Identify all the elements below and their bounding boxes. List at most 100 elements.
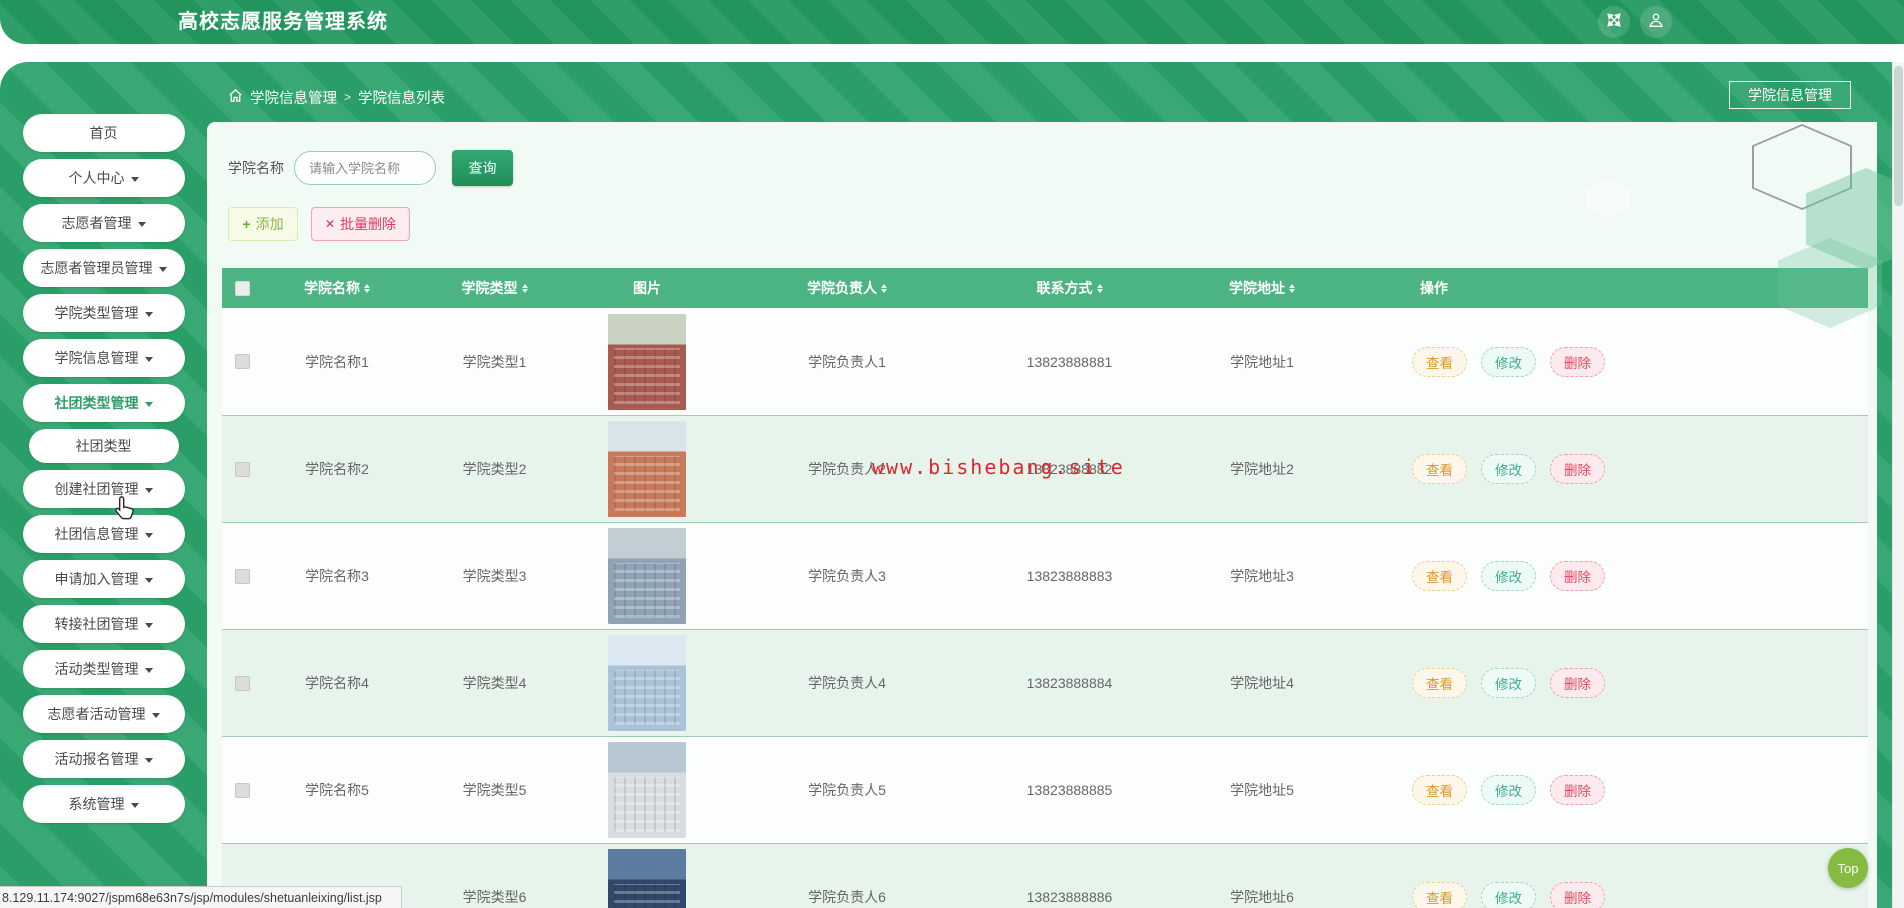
sidebar-item[interactable]: 志愿者活动管理 (22, 695, 185, 733)
chevron-down-icon (144, 622, 153, 628)
delete-button[interactable]: 删除 (1550, 668, 1605, 698)
college-photo (608, 635, 686, 731)
header-college-name[interactable]: 学院名称 (262, 278, 412, 298)
fullscreen-button[interactable] (1598, 6, 1630, 38)
cell-college-type: 学院类型5 (462, 782, 527, 798)
cell-contact-phone: 13823888881 (1026, 353, 1113, 370)
edit-button[interactable]: 修改 (1481, 775, 1536, 805)
breadcrumb-section[interactable]: 学院信息管理 (250, 87, 337, 108)
fullscreen-arrows-icon (1605, 11, 1623, 34)
header-college-leader[interactable]: 学院负责人 (717, 278, 977, 298)
breadcrumb-separator: > (344, 90, 352, 104)
sidebar-item[interactable]: 志愿者管理员管理 (22, 249, 185, 287)
status-url-tooltip: 8.129.11.174:9027/jspm68e63n7s/jsp/modul… (0, 886, 402, 908)
delete-button[interactable]: 删除 (1550, 346, 1605, 377)
edit-button[interactable]: 修改 (1481, 882, 1536, 908)
sidebar-item[interactable]: 首页 (22, 114, 185, 152)
sort-icon[interactable] (1096, 283, 1103, 293)
college-name-search-input[interactable] (294, 151, 436, 185)
cell-actions: 查看 修改 删除 (1362, 882, 1868, 908)
chevron-down-icon (144, 487, 153, 493)
back-to-top-button[interactable]: Top (1828, 848, 1868, 888)
view-button[interactable]: 查看 (1412, 775, 1467, 805)
module-corner-button[interactable]: 学院信息管理 (1729, 81, 1851, 109)
table-row: 学院名称6 学院类型6 学院负责人6 13823888886 学院地址6 查看 … (222, 843, 1868, 908)
sidebar-item[interactable]: 申请加入管理 (22, 560, 185, 598)
view-button[interactable]: 查看 (1412, 882, 1467, 908)
chevron-down-icon (130, 176, 139, 182)
college-photo (608, 313, 686, 410)
view-button[interactable]: 查看 (1412, 561, 1467, 591)
college-photo (608, 849, 686, 908)
query-button[interactable]: 查询 (452, 150, 513, 186)
cell-college-leader: 学院负责人3 (808, 568, 886, 584)
view-button[interactable]: 查看 (1412, 346, 1467, 377)
chevron-down-icon (144, 667, 153, 673)
delete-button[interactable]: 删除 (1550, 561, 1605, 591)
sidebar-item[interactable]: 个人中心 (22, 159, 185, 197)
sidebar-item-label: 首页 (89, 125, 118, 141)
cell-contact-phone: 13823888883 (1026, 568, 1113, 584)
cell-actions: 查看 修改 删除 (1362, 346, 1868, 377)
sidebar-item[interactable]: 系统管理 (22, 785, 185, 823)
row-checkbox[interactable] (234, 675, 250, 691)
edit-button[interactable]: 修改 (1481, 668, 1536, 698)
table-row: 学院名称3 学院类型3 学院负责人3 13823888883 学院地址3 查看 … (222, 522, 1868, 629)
cell-college-name: 学院名称1 (305, 353, 369, 370)
add-button[interactable]: + 添加 (228, 207, 298, 241)
edit-button[interactable]: 修改 (1481, 454, 1536, 484)
sidebar-item-label: 创建社团管理 (54, 481, 139, 497)
header-contact[interactable]: 联系方式 (977, 278, 1162, 298)
sidebar-item[interactable]: 社团类型管理 (22, 384, 185, 422)
sidebar-item[interactable]: 志愿者管理 (22, 204, 185, 242)
view-button[interactable]: 查看 (1412, 668, 1467, 698)
edit-button[interactable]: 修改 (1481, 346, 1536, 377)
scrollbar-thumb[interactable] (1894, 66, 1903, 206)
sidebar-item[interactable]: 学院类型管理 (22, 294, 185, 332)
sort-icon[interactable] (364, 283, 370, 293)
college-photo (608, 421, 686, 517)
college-photo (608, 528, 686, 624)
sidebar-nav: 首页 个人中心 志愿者管理 志愿者管理员管理 学院类型管理 学院信息管理 社团类… (0, 114, 207, 823)
delete-button[interactable]: 删除 (1550, 775, 1605, 805)
chevron-down-icon (137, 221, 146, 227)
table-row: 学院名称5 学院类型5 学院负责人5 13823888885 学院地址5 查看 … (222, 736, 1868, 843)
delete-button[interactable]: 删除 (1550, 454, 1605, 484)
cell-college-address: 学院地址3 (1230, 568, 1294, 584)
vertical-scrollbar[interactable] (1892, 62, 1904, 908)
batch-delete-button[interactable]: ✕ 批量删除 (311, 207, 410, 241)
sidebar-item[interactable]: 社团类型 (28, 429, 179, 463)
cell-college-name: 学院名称4 (305, 675, 369, 691)
cell-contact-phone: 13823888884 (1026, 675, 1113, 691)
view-button[interactable]: 查看 (1412, 454, 1467, 484)
edit-button[interactable]: 修改 (1481, 561, 1536, 591)
sidebar-item[interactable]: 学院信息管理 (22, 339, 185, 377)
topbar-icons (1598, 6, 1672, 38)
delete-button[interactable]: 删除 (1550, 882, 1605, 908)
cell-college-address: 学院地址6 (1230, 889, 1294, 905)
sidebar-item[interactable]: 创建社团管理 (22, 470, 185, 508)
row-checkbox[interactable] (234, 461, 250, 477)
cell-college-leader: 学院负责人6 (808, 889, 886, 905)
top-header-bar: 高校志愿服务管理系统 (0, 0, 1904, 44)
row-checkbox[interactable] (234, 568, 250, 584)
breadcrumb: 学院信息管理 > 学院信息列表 (228, 72, 445, 122)
sidebar-item[interactable]: 转接社团管理 (22, 605, 185, 643)
chevron-down-icon (144, 757, 153, 763)
sidebar-item[interactable]: 活动类型管理 (22, 650, 185, 688)
sort-icon[interactable] (1289, 283, 1295, 293)
row-checkbox[interactable] (234, 782, 250, 798)
sort-icon[interactable] (881, 283, 887, 293)
row-checkbox[interactable] (234, 354, 250, 369)
sort-icon[interactable] (521, 283, 528, 293)
sidebar-item[interactable]: 活动报名管理 (22, 740, 185, 778)
user-profile-button[interactable] (1640, 6, 1672, 38)
header-college-type[interactable]: 学院类型 (412, 278, 577, 298)
chevron-down-icon (151, 712, 160, 718)
college-table: 学院名称 学院类型 图片 学院负责人 联系方式 学院地址 操作 学院名称1 学院… (222, 268, 1868, 908)
select-all-checkbox[interactable] (234, 280, 250, 296)
header-address[interactable]: 学院地址 (1162, 278, 1362, 298)
sidebar-item[interactable]: 社团信息管理 (22, 515, 185, 553)
toolbar: + 添加 ✕ 批量删除 (228, 207, 410, 241)
sidebar-item-label: 志愿者管理 (61, 215, 132, 231)
